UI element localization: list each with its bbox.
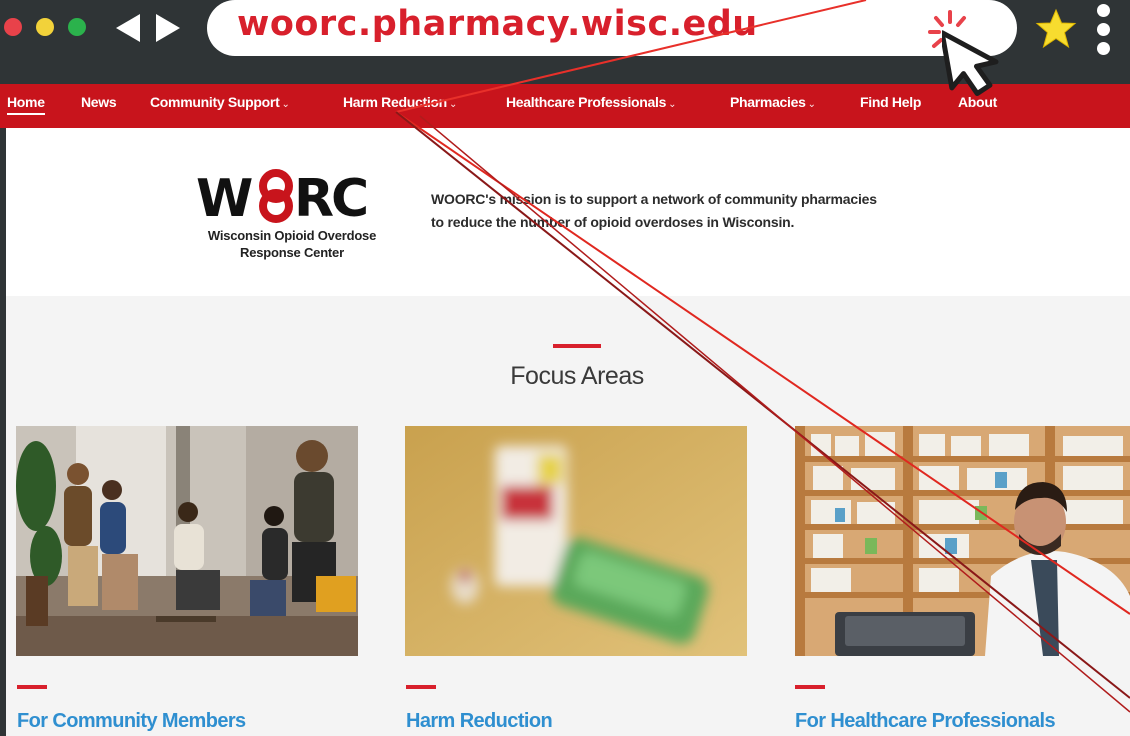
card-accent-bar bbox=[406, 685, 436, 689]
community-members-image[interactable] bbox=[16, 426, 358, 656]
nav-harm-reduction[interactable]: Harm Reduction ⌄ bbox=[343, 94, 457, 110]
forward-arrow-icon[interactable] bbox=[152, 12, 182, 44]
healthcare-professionals-image[interactable] bbox=[795, 426, 1130, 656]
page-content: W RC Wisconsin Opioid Overdose Response … bbox=[0, 128, 1130, 736]
mission-statement: WOORC's mission is to support a network … bbox=[431, 191, 877, 230]
card-title-healthcare-professionals[interactable]: For Healthcare Professionals bbox=[795, 710, 1056, 733]
address-bar[interactable]: woorc.pharmacy.wisc.edu bbox=[207, 0, 1017, 56]
chevron-down-icon: ⌄ bbox=[448, 99, 458, 110]
kebab-menu-icon[interactable] bbox=[1094, 2, 1114, 58]
focus-areas-section: Focus Areas For Community Members Harm R… bbox=[6, 296, 1130, 736]
back-arrow-icon[interactable] bbox=[114, 12, 144, 44]
svg-text:RC: RC bbox=[294, 169, 366, 224]
chevron-down-icon: ⌄ bbox=[281, 99, 290, 110]
window-minimize-button[interactable] bbox=[36, 18, 54, 36]
nav-healthcare-professionals[interactable]: Healthcare Professionals ⌄ bbox=[506, 94, 677, 110]
cursor-icon bbox=[942, 30, 999, 97]
chevron-down-icon: ⌄ bbox=[668, 99, 677, 110]
nav-find-help[interactable]: Find Help bbox=[860, 94, 921, 110]
url-text[interactable]: woorc.pharmacy.wisc.edu bbox=[237, 4, 758, 44]
card-title-harm-reduction[interactable]: Harm Reduction bbox=[406, 710, 553, 733]
nav-pharmacies[interactable]: Pharmacies ⌄ bbox=[730, 94, 816, 110]
hero-section: W RC Wisconsin Opioid Overdose Response … bbox=[6, 128, 1130, 296]
harm-reduction-image[interactable] bbox=[405, 426, 747, 656]
section-title: Focus Areas bbox=[510, 362, 644, 390]
nav-community-support[interactable]: Community Support ⌄ bbox=[150, 94, 290, 110]
section-accent-bar bbox=[553, 344, 601, 348]
logo-subtitle: Wisconsin Opioid Overdose Response Cente… bbox=[207, 228, 377, 260]
svg-text:W: W bbox=[196, 169, 252, 224]
chevron-down-icon: ⌄ bbox=[807, 99, 816, 110]
nav-news[interactable]: News bbox=[81, 94, 117, 110]
nav-home[interactable]: Home bbox=[7, 94, 45, 115]
card-title-community-members[interactable]: For Community Members bbox=[17, 710, 246, 733]
window-maximize-button[interactable] bbox=[68, 18, 86, 36]
woorc-logo[interactable]: W RC bbox=[196, 166, 391, 224]
card-accent-bar bbox=[17, 685, 47, 689]
star-icon[interactable] bbox=[1034, 8, 1078, 50]
card-accent-bar bbox=[795, 685, 825, 689]
window-close-button[interactable] bbox=[4, 18, 22, 36]
